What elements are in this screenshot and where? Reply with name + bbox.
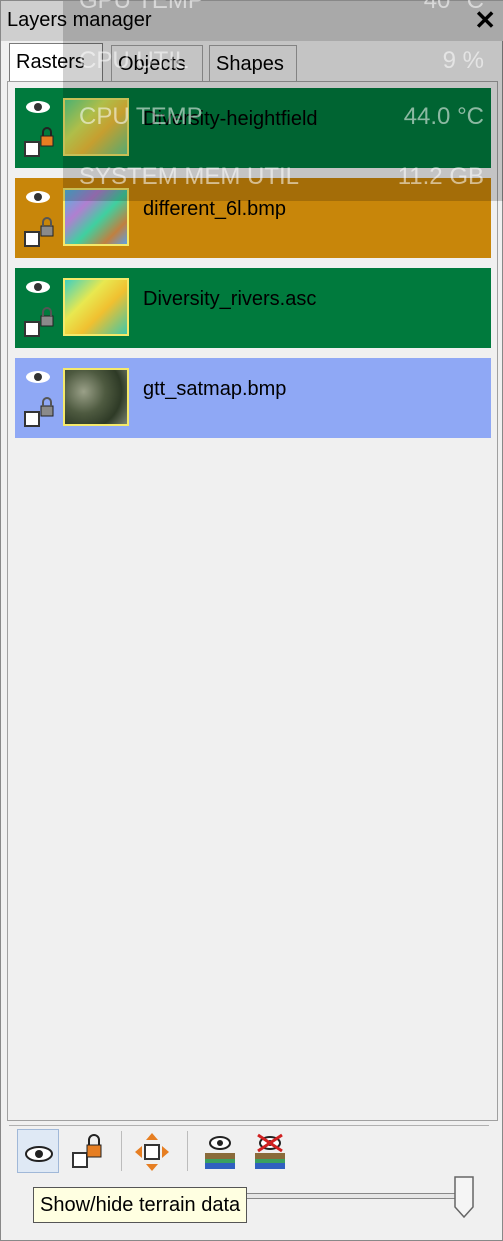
hide-all-button[interactable] xyxy=(249,1129,291,1173)
show-all-button[interactable] xyxy=(199,1129,241,1173)
lock-icon[interactable] xyxy=(23,394,55,428)
visibility-eye-icon[interactable] xyxy=(25,278,51,296)
overlay-value: 11.2 GB xyxy=(397,163,484,190)
overlay-label: CPU UTIL xyxy=(79,47,189,74)
overlay-row: CPU TEMP 44.0 °C xyxy=(63,97,503,137)
show-all-icon xyxy=(205,1136,235,1169)
overlay-label: CPU TEMP xyxy=(79,103,203,130)
overlay-row: GPU TEMP 40 °C xyxy=(63,0,503,21)
overlay-value: 44.0 °C xyxy=(403,103,484,130)
toolbar-divider xyxy=(187,1131,188,1171)
layer-row[interactable]: Diversity_rivers.asc xyxy=(15,268,491,348)
layer-row[interactable]: gtt_satmap.bmp xyxy=(15,358,491,438)
toolbar-separator xyxy=(9,1125,489,1126)
move-icon xyxy=(135,1133,169,1171)
lock-icon xyxy=(72,1134,102,1168)
visibility-eye-icon[interactable] xyxy=(25,188,51,206)
visibility-eye-icon[interactable] xyxy=(25,368,51,386)
overlay-row: CPU UTIL 9 % xyxy=(63,41,503,81)
system-monitor-overlay: GPU TEMP 40 °C CPU UTIL 9 % CPU TEMP 44.… xyxy=(63,0,503,201)
layer-name: Diversity_rivers.asc xyxy=(143,288,317,310)
layer-thumbnail xyxy=(63,368,129,426)
lock-icon[interactable] xyxy=(23,124,55,158)
overlay-row: SYSTEM MEM UTIL 11.2 GB xyxy=(63,157,503,197)
hide-all-icon xyxy=(255,1133,285,1169)
opacity-slider-thumb[interactable] xyxy=(453,1175,475,1219)
tooltip: Show/hide terrain data xyxy=(33,1187,248,1223)
eye-icon xyxy=(25,1146,53,1162)
layer-name: different_6l.bmp xyxy=(143,198,287,220)
move-layer-button[interactable] xyxy=(131,1129,173,1173)
toggle-visibility-button[interactable] xyxy=(17,1129,59,1173)
overlay-label: SYSTEM MEM UTIL xyxy=(79,163,300,190)
toggle-lock-button[interactable] xyxy=(65,1129,107,1173)
lock-icon[interactable] xyxy=(23,304,55,338)
layers-manager-panel: Layers manager ✕ Rasters Objects Shapes … xyxy=(0,0,503,1241)
toolbar-divider xyxy=(121,1131,122,1171)
overlay-label: GPU TEMP xyxy=(79,0,204,14)
overlay-value: 40 °C xyxy=(423,0,484,14)
visibility-eye-icon[interactable] xyxy=(25,98,51,116)
layer-name: gtt_satmap.bmp xyxy=(143,378,287,400)
layer-thumbnail xyxy=(63,278,129,336)
overlay-value: 9 % xyxy=(442,47,484,74)
lock-icon[interactable] xyxy=(23,214,55,248)
